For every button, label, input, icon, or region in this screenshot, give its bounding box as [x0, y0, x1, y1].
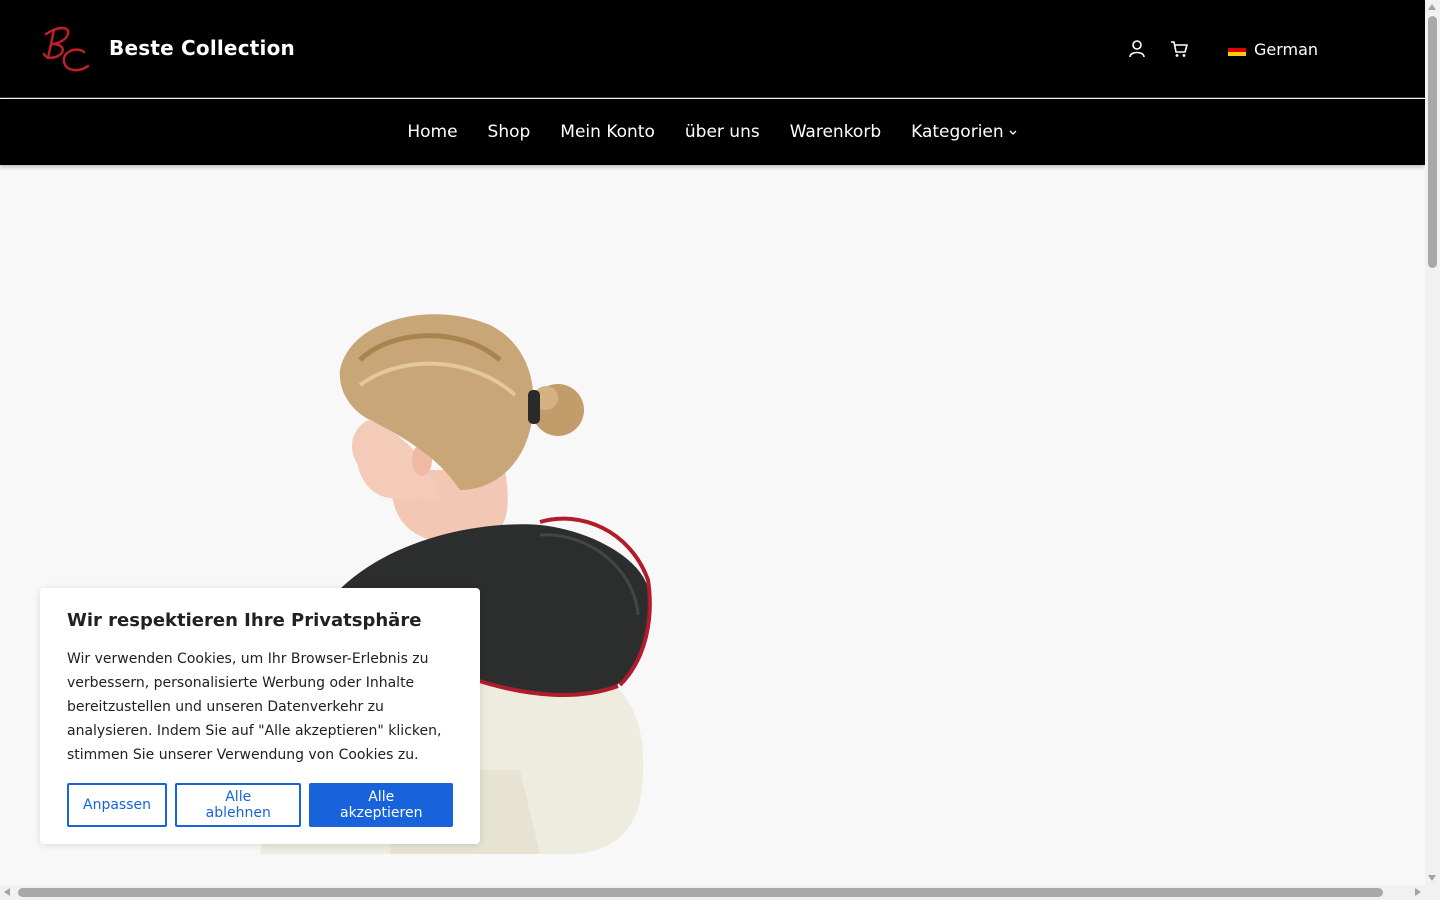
nav-item-mein-konto[interactable]: Mein Konto: [560, 122, 655, 142]
nav-item-label: Kategorien: [911, 122, 1004, 142]
cookie-consent-banner: Wir respektieren Ihre Privatsphäre Wir v…: [40, 588, 480, 844]
customize-button[interactable]: Anpassen: [67, 783, 167, 827]
cookie-banner-actions: Anpassen Alle ablehnen Alle akzeptieren: [67, 783, 453, 827]
chevron-down-icon: [1008, 127, 1018, 137]
nav-item-label: Home: [407, 122, 458, 142]
bc-logo-icon[interactable]: [38, 22, 92, 76]
shopping-cart-icon[interactable]: [1168, 38, 1190, 60]
cookie-banner-text: Wir verwenden Cookies, um Ihr Browser-Er…: [67, 651, 442, 763]
horizontal-scroll-thumb[interactable]: [18, 888, 1383, 897]
nav-item-label: Warenkorb: [789, 122, 882, 142]
site-title[interactable]: Beste Collection: [109, 36, 295, 60]
nav-item-warenkorb[interactable]: Warenkorb: [790, 122, 881, 142]
scroll-left-arrow-icon[interactable]: [4, 888, 10, 896]
language-switcher[interactable]: German: [1228, 40, 1318, 59]
reject-all-button[interactable]: Alle ablehnen: [175, 783, 302, 827]
nav-item-label: Mein Konto: [560, 122, 655, 142]
nav-item-kategorien[interactable]: Kategorien: [911, 122, 1018, 142]
scroll-down-arrow-icon[interactable]: [1428, 875, 1436, 881]
user-icon[interactable]: [1126, 38, 1148, 60]
horizontal-scrollbar[interactable]: [0, 885, 1425, 900]
scroll-up-arrow-icon[interactable]: [1428, 4, 1436, 10]
vertical-scrollbar[interactable]: [1425, 0, 1440, 885]
accept-all-button[interactable]: Alle akzeptieren: [309, 783, 453, 827]
vertical-scroll-thumb[interactable]: [1428, 16, 1437, 268]
scroll-right-arrow-icon[interactable]: [1415, 888, 1421, 896]
cookie-banner-title: Wir respektieren Ihre Privatsphäre: [67, 610, 422, 631]
nav-item-label: Shop: [487, 122, 531, 142]
main-nav: Home Shop Mein Konto über uns Warenkorb …: [0, 99, 1425, 165]
language-label: German: [1254, 40, 1319, 59]
nav-item-shop[interactable]: Shop: [488, 122, 531, 142]
site-header: Beste Collection German: [0, 0, 1425, 98]
nav-item-home[interactable]: Home: [407, 122, 457, 142]
page: Beste Collection German Home Shop Mein K…: [0, 0, 1425, 885]
scrollbar-corner: [1425, 885, 1440, 900]
germany-flag-icon: [1228, 43, 1246, 56]
nav-item-ueber-uns[interactable]: über uns: [685, 122, 760, 142]
nav-item-label: über uns: [684, 122, 760, 142]
